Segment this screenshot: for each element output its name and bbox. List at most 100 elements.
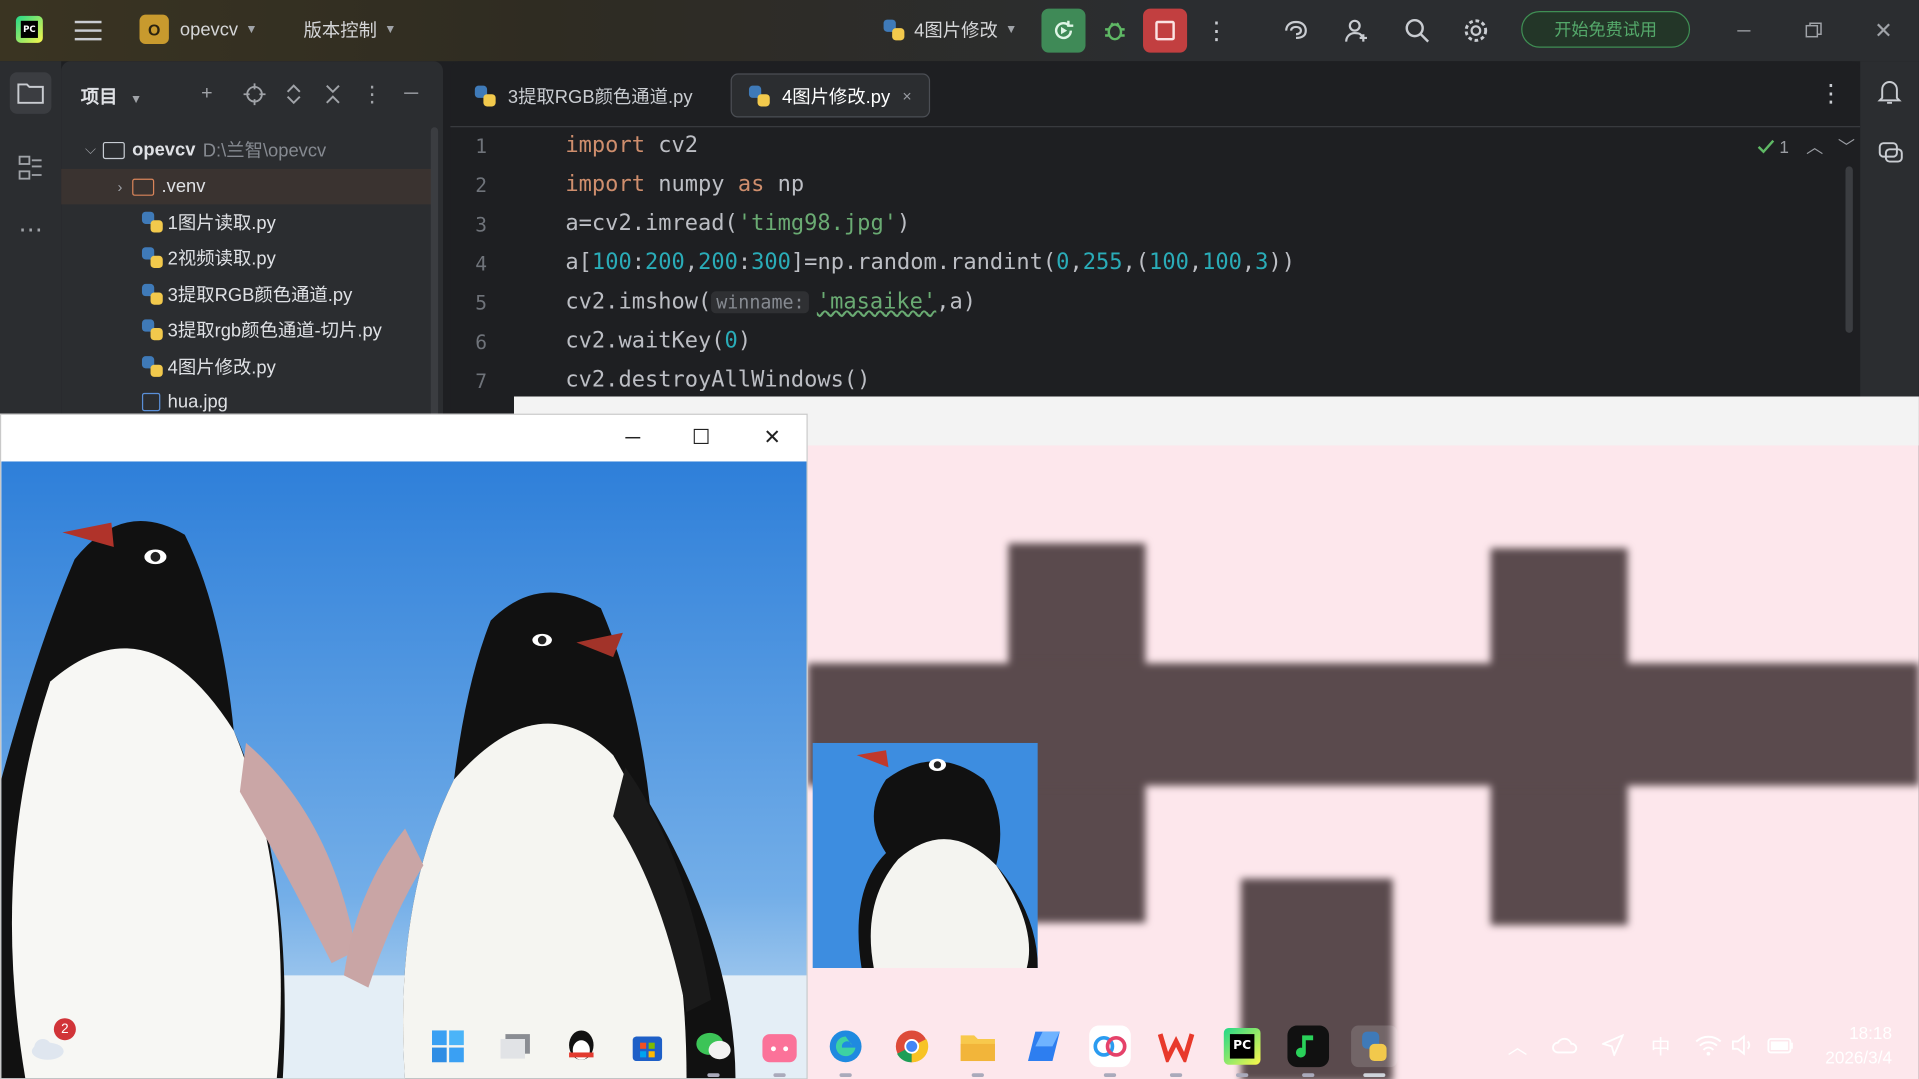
project-scrollbar[interactable] [430,127,439,417]
tree-item-file[interactable]: 2视频读取.py [61,240,434,275]
python-file-icon [141,211,163,233]
options-icon[interactable]: ⋮ [359,81,386,108]
start-icon[interactable] [427,1026,469,1068]
code-line-3[interactable]: a=cv2.imread('timg98.jpg') [565,210,910,236]
rerun-button[interactable] [1041,8,1086,53]
notification-badge: 2 [53,1018,76,1041]
run-config-label: 4图片修改 [914,20,998,42]
system-clock[interactable]: 18:18 2026/3/4 [1825,1021,1892,1070]
pycharm-logo-icon[interactable]: PC [15,15,43,43]
tab-4-image-modify[interactable]: 4图片修改.py × [730,73,931,118]
tree-root-opevcv[interactable]: ⌵ opevcv D:\兰智\opevcv [61,132,434,167]
wifi-icon[interactable] [1694,1030,1723,1059]
tab-close-icon[interactable]: × [902,86,911,104]
line-number: 4 [475,252,488,276]
vcs-label: 版本控制 [303,20,377,42]
line-number: 2 [475,173,488,198]
code-line-4[interactable]: a[100:200,200:300]=np.random.randint(0,2… [565,250,1295,276]
tree-item-file[interactable]: 1图片读取.py [61,204,434,239]
python-icon[interactable] [1351,1025,1398,1077]
editor-scrollbar[interactable] [1845,166,1853,333]
file-explorer-icon[interactable] [957,1026,999,1077]
edge-icon[interactable] [825,1026,867,1077]
ide-title-bar: PC O opevcv ▼ 版本控制 ▼ 4图片修改 ▼ ⋮ 开始免费试用 ─ … [0,0,1919,62]
baidu-netdisk-icon[interactable] [1089,1025,1131,1077]
ai-assistant-icon[interactable] [1278,12,1315,49]
penguin-crop-image [812,742,1038,969]
project-panel-header[interactable]: 项目 ▼ [81,83,142,109]
ime-indicator[interactable]: 中 [1646,1030,1675,1059]
battery-icon[interactable] [1766,1030,1795,1059]
blue-app-icon[interactable] [1023,1026,1065,1068]
collapse-all-icon[interactable] [319,81,346,108]
main-menu-icon[interactable] [71,15,105,47]
more-actions-icon[interactable]: ⋮ [1204,15,1228,47]
bilibili-icon[interactable] [759,1026,801,1077]
project-panel-title: 项目 [80,86,118,108]
window-minimize-icon[interactable]: ─ [1726,15,1763,47]
project-tool-folder-icon[interactable] [9,72,52,114]
tree-item-file[interactable]: 3提取rgb颜色通道-切片.py [61,312,434,347]
project-name: opevcv [179,18,239,40]
stop-button[interactable] [1143,8,1188,53]
chevron-down-icon: ▼ [245,22,258,37]
code-line-6[interactable]: cv2.waitKey(0) [565,328,751,354]
more-tools-icon[interactable]: ⋯ [10,208,52,250]
debug-icon[interactable] [1097,12,1134,49]
ai-chat-icon[interactable] [1877,140,1904,173]
volume-icon[interactable] [1728,1030,1757,1059]
weather-widget-icon[interactable]: 2 [27,1018,76,1068]
tree-item-label: 3提取RGB颜色通道.py [167,285,353,306]
hide-panel-icon[interactable]: ─ [398,81,425,108]
vcs-menu[interactable]: 版本控制 ▼ [304,17,397,43]
python-file-icon [748,85,770,106]
window-restore-icon[interactable] [1795,15,1832,47]
chevron-down-icon[interactable]: ﹀ [1838,135,1855,159]
maximize-button[interactable]: ☐ [674,422,728,454]
code-line-5[interactable]: cv2.imshow(winname:'masaike',a) [565,289,976,315]
project-switcher[interactable]: O opevcv ▼ [139,14,258,45]
chevron-up-icon[interactable]: ︿ [1503,1030,1532,1059]
settings-gear-icon[interactable] [1458,12,1495,49]
imshow-title-bar[interactable]: ─ ☐ ✕ [1,414,807,462]
tabs-options-icon[interactable]: ⋮ [1819,78,1843,109]
chevron-down-icon: ▼ [1005,23,1018,37]
location-icon[interactable] [1598,1030,1627,1059]
tree-item-file[interactable]: 4图片修改.py [61,349,434,384]
expand-all-icon[interactable] [280,81,307,108]
tree-item-label: 1图片读取.py [167,212,276,234]
qq-icon[interactable] [561,1026,603,1068]
tab-3-rgb-channels[interactable]: 3提取RGB颜色通道.py [458,73,710,117]
code-line-1[interactable]: import cv2 [565,132,698,158]
chevron-up-icon[interactable]: ︿ [1806,135,1823,159]
add-icon[interactable]: + [193,81,220,108]
wps-icon[interactable] [1155,1026,1197,1077]
run-config-selector[interactable]: 4图片修改 ▼ [883,17,1018,43]
stop-icon [1155,20,1175,41]
add-user-icon[interactable] [1339,12,1376,49]
task-view-icon[interactable] [494,1026,536,1068]
store-icon[interactable] [627,1026,669,1068]
chrome-icon[interactable] [891,1026,933,1068]
tree-item-file[interactable]: 3提取RGB颜色通道.py [61,277,434,312]
inspection-widget[interactable]: 1 ︿ ﹀ [1757,135,1855,159]
left-tool-strip: ⋯ [0,61,62,417]
music-icon[interactable] [1287,1025,1330,1077]
close-button[interactable]: ✕ [745,422,799,454]
search-icon[interactable] [1399,12,1436,49]
wechat-icon[interactable] [693,1026,735,1077]
minimize-button[interactable]: ─ [606,422,660,454]
notifications-bell-icon[interactable] [1877,78,1902,111]
penguins-image [1,461,807,1079]
code-line-7[interactable]: cv2.destroyAllWindows() [565,367,870,393]
structure-icon[interactable] [10,147,52,189]
start-free-trial-button[interactable]: 开始免费试用 [1521,11,1691,48]
code-line-2[interactable]: import numpy as np [565,171,804,197]
locate-icon[interactable] [241,81,268,108]
onedrive-cloud-icon[interactable] [1551,1030,1580,1059]
window-close-icon[interactable]: ✕ [1865,15,1902,47]
python-file-icon [883,19,905,41]
pycharm-icon[interactable]: PC [1221,1026,1263,1077]
root-folder-path: D:\兰智\opevcv [202,140,327,162]
tree-item-venv[interactable]: › .venv [61,168,435,205]
